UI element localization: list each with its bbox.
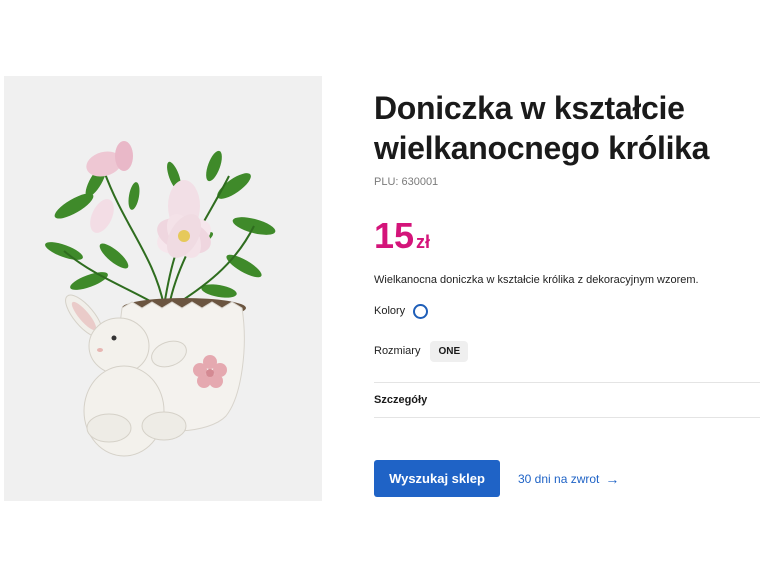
product-image[interactable]	[4, 76, 322, 501]
returns-link[interactable]: 30 dni na zwrot →	[518, 471, 619, 487]
find-store-button[interactable]: Wyszukaj sklep	[374, 460, 500, 497]
price-amount: 15	[374, 215, 415, 256]
product-plu: PLU: 630001	[374, 176, 760, 188]
sizes-option: Rozmiary ONE	[374, 340, 760, 362]
product-price: 15 zł	[374, 216, 760, 256]
price-currency: zł	[416, 232, 431, 252]
rabbit-pot-illustration	[45, 141, 276, 457]
product-title-line-1: Doniczka w kształcie	[374, 90, 685, 126]
arrow-right-icon: →	[605, 470, 620, 487]
plu-label: PLU:	[374, 176, 399, 188]
color-swatch[interactable]	[413, 303, 429, 319]
size-chip-one[interactable]: ONE	[430, 340, 469, 362]
colors-option: Kolory	[374, 300, 760, 322]
colors-label: Kolory	[374, 305, 406, 317]
plu-value: 630001	[401, 176, 439, 188]
product-description: Wielkanocna doniczka w kształcie królika…	[374, 274, 699, 286]
flower-large	[157, 180, 211, 258]
product-info: Doniczka w kształcie wielkanocnego króli…	[374, 88, 760, 497]
product-title: Doniczka w kształcie wielkanocnego króli…	[374, 88, 760, 168]
flower-bud-top	[86, 141, 133, 177]
actions-row: Wyszukaj sklep 30 dni na zwrot →	[374, 460, 760, 497]
product-title-line-2: wielkanocnego królika	[374, 130, 710, 166]
sizes-label: Rozmiary	[374, 345, 421, 357]
returns-label: 30 dni na zwrot	[518, 471, 600, 486]
details-accordion[interactable]: Szczegóły	[374, 382, 760, 418]
details-label: Szczegóły	[374, 394, 428, 406]
